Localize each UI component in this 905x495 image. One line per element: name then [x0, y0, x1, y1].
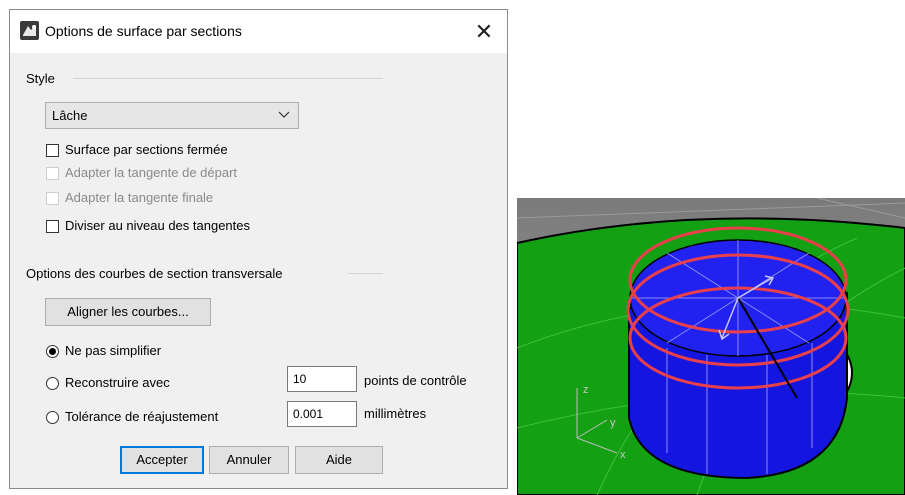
- rebuild-radio[interactable]: [46, 377, 59, 390]
- do-not-simplify-label: Ne pas simplifier: [65, 343, 162, 358]
- chevron-down-icon: [278, 111, 290, 118]
- split-at-tangents-checkbox[interactable]: [46, 220, 59, 233]
- curves-group-label: Options des courbes de section transvers…: [26, 266, 283, 281]
- match-end-tangent-checkbox[interactable]: [46, 192, 59, 205]
- viewport-render: z y x: [517, 198, 905, 495]
- refit-tolerance-input[interactable]: 0.001: [287, 401, 357, 427]
- axis-x-label: x: [620, 449, 626, 461]
- style-dropdown-value: Lâche: [52, 108, 88, 123]
- align-curves-button[interactable]: Aligner les courbes...: [45, 298, 211, 326]
- style-dropdown[interactable]: Lâche: [45, 102, 299, 129]
- rebuild-points-input[interactable]: 10: [287, 366, 357, 392]
- match-end-tangent-label: Adapter la tangente finale: [65, 190, 214, 205]
- refit-unit-label: millimètres: [364, 406, 427, 421]
- match-start-tangent-checkbox[interactable]: [46, 167, 59, 180]
- rebuild-unit-label: points de contrôle: [364, 373, 467, 388]
- help-button[interactable]: Aide: [295, 446, 383, 474]
- rebuild-label: Reconstruire avec: [65, 375, 170, 390]
- refit-tolerance-label: Tolérance de réajustement: [65, 409, 219, 424]
- loft-options-dialog: Options de surface par sections ✕ Style …: [9, 9, 508, 489]
- style-group-divider: [73, 78, 383, 79]
- split-at-tangents-label: Diviser au niveau des tangentes: [65, 218, 251, 233]
- axis-y-label: y: [610, 417, 616, 429]
- accept-button[interactable]: Accepter: [120, 446, 204, 474]
- closed-loft-checkbox[interactable]: [46, 144, 59, 157]
- cancel-button[interactable]: Annuler: [209, 446, 289, 474]
- do-not-simplify-radio[interactable]: [46, 345, 59, 358]
- title-bar[interactable]: Options de surface par sections ✕: [10, 10, 507, 53]
- axis-z-label: z: [583, 384, 589, 396]
- rhino-app-icon: [20, 21, 39, 40]
- close-button[interactable]: ✕: [461, 10, 507, 53]
- perspective-viewport[interactable]: z y x: [517, 198, 905, 495]
- dialog-title: Options de surface par sections: [45, 23, 242, 39]
- close-icon: ✕: [474, 19, 494, 44]
- closed-loft-label: Surface par sections fermée: [65, 142, 228, 157]
- match-start-tangent-label: Adapter la tangente de départ: [65, 165, 238, 180]
- style-group-label: Style: [26, 71, 55, 86]
- refit-tolerance-radio[interactable]: [46, 411, 59, 424]
- curves-group-divider: [348, 273, 383, 274]
